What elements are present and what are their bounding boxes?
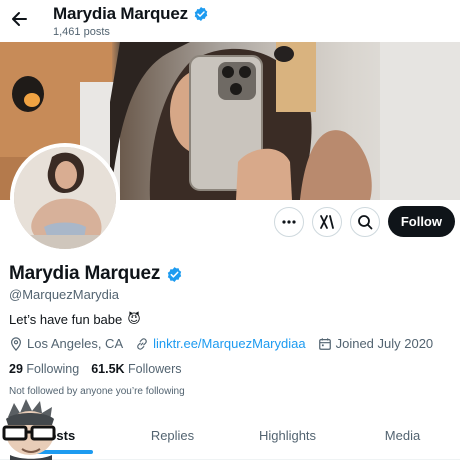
profile-actions: Follow: [273, 206, 455, 237]
header-title: Marydia Marquez: [53, 4, 209, 24]
arrow-left-icon: [12, 12, 27, 26]
profile-handle: @MarquezMarydia: [9, 287, 120, 302]
grok-button[interactable]: [311, 206, 342, 237]
follow-counts: 29 Following 61.5K Followers: [9, 362, 182, 376]
verified-badge-icon: [194, 7, 208, 21]
devil-emoji: 😈: [127, 311, 141, 326]
location-text: Los Angeles, CA: [27, 336, 124, 351]
header-name: Marydia Marquez: [53, 4, 188, 23]
followers-count[interactable]: 61.5K Followers: [91, 362, 181, 376]
back-button[interactable]: [10, 4, 28, 32]
profile-bio: Let’s have fun babe 😈: [9, 311, 141, 327]
follow-button[interactable]: Follow: [387, 206, 455, 237]
search-button[interactable]: [349, 206, 380, 237]
grok-icon: [319, 214, 334, 229]
location-pin-icon: [11, 336, 21, 351]
more-dots-icon: [282, 219, 296, 224]
followed-by-note: Not followed by anyone you’re following: [9, 386, 185, 397]
avatar[interactable]: [10, 143, 120, 253]
location: Los Angeles, CA: [9, 336, 123, 351]
tab-media[interactable]: Media: [345, 420, 460, 459]
join-date: Joined July 2020: [318, 336, 434, 351]
website[interactable]: linktr.ee/MarquezMarydiaa: [135, 336, 306, 351]
profile-meta: Los Angeles, CA linktr.ee/MarquezMarydia…: [9, 336, 445, 351]
calendar-icon: [318, 337, 331, 350]
top-bar: Marydia Marquez 1,461 posts: [0, 0, 460, 42]
profile-name: Marydia Marquez: [9, 263, 183, 285]
link-icon: [137, 337, 147, 350]
join-date-text: Joined July 2020: [335, 336, 434, 351]
verified-badge-icon[interactable]: [166, 266, 183, 283]
more-button[interactable]: [273, 206, 304, 237]
following-count[interactable]: 29 Following: [9, 362, 79, 376]
tab-replies[interactable]: Replies: [115, 420, 230, 459]
cartoon-watermark: [2, 399, 56, 460]
bio-text: Let’s have fun babe: [9, 311, 123, 327]
profile-name-text: Marydia Marquez: [9, 263, 161, 284]
posts-count: 1,461 posts: [53, 26, 110, 38]
profile-tabs: Posts Replies Highlights Media: [0, 420, 460, 460]
website-link[interactable]: linktr.ee/MarquezMarydiaa: [153, 336, 305, 351]
search-icon: [357, 214, 373, 229]
avatar-photo: [14, 147, 116, 249]
tab-highlights[interactable]: Highlights: [230, 420, 345, 459]
